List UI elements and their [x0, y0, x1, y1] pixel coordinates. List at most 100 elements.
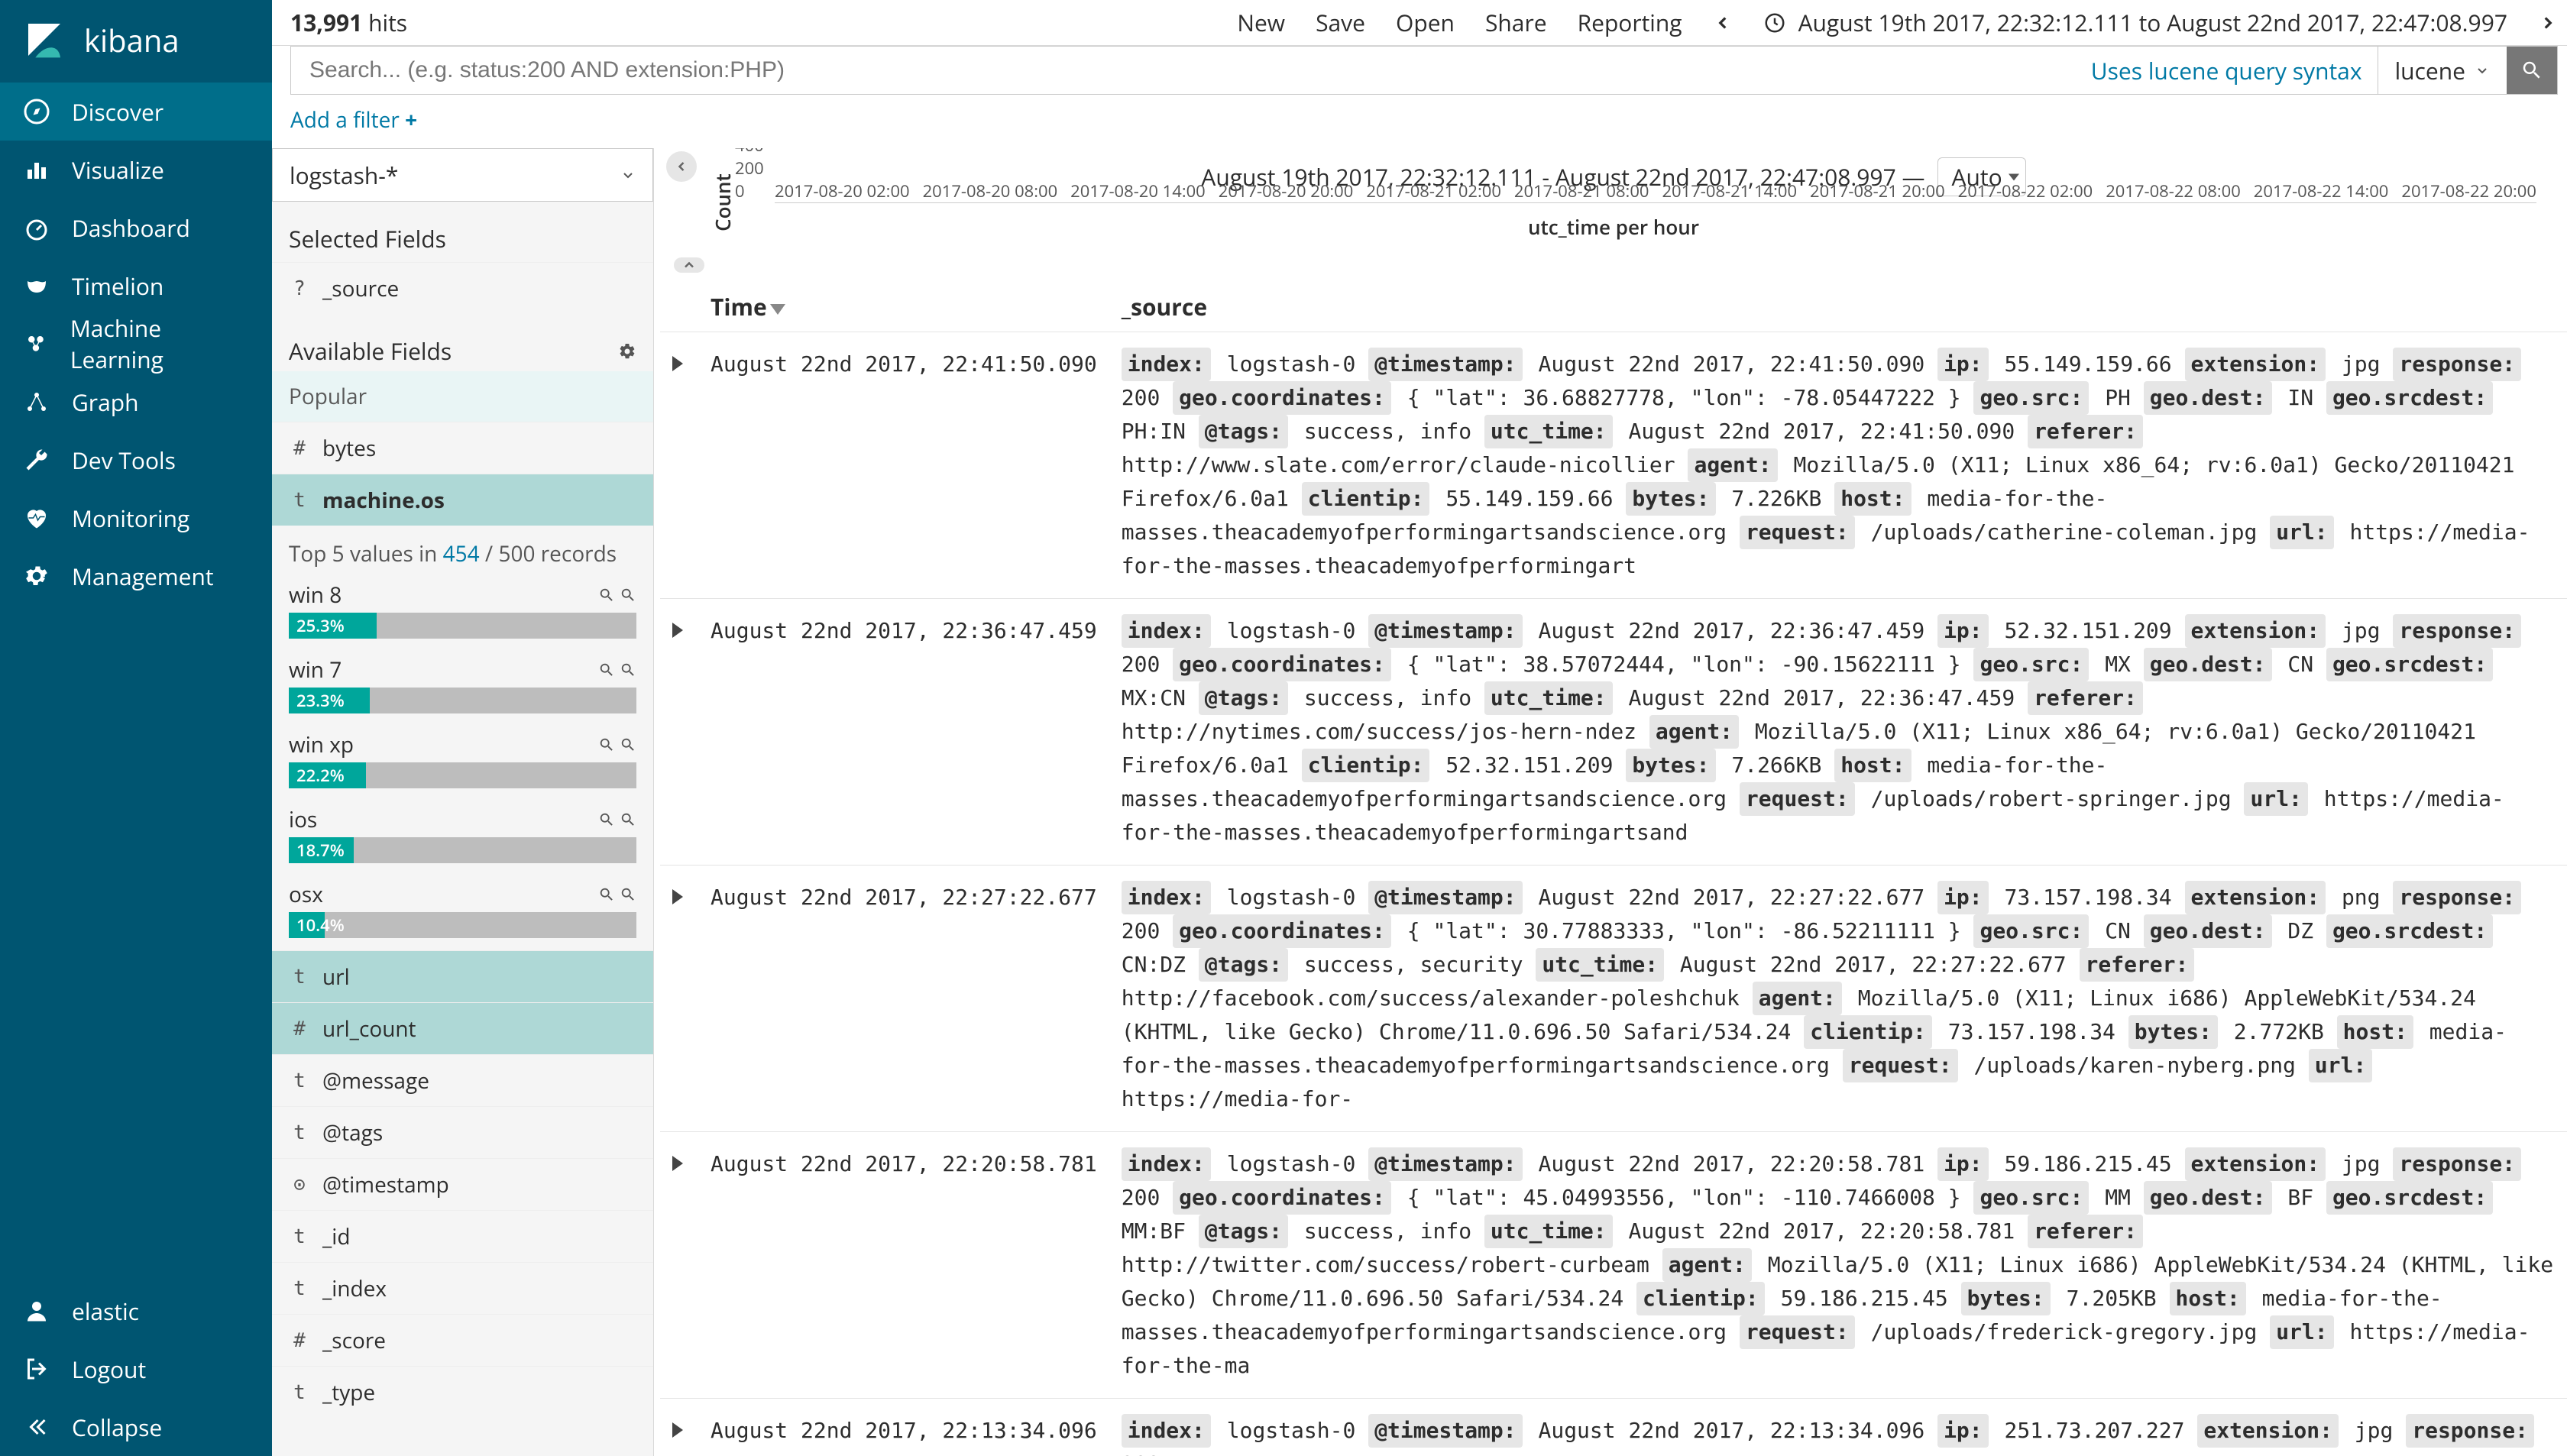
nav-item-graph[interactable]: Graph — [0, 373, 272, 431]
query-language-select[interactable]: lucene — [2378, 47, 2507, 94]
table-row: August 22nd 2017, 22:41:50.090index: log… — [660, 332, 2567, 599]
field-type-icon: t — [289, 1121, 310, 1144]
nav-item-collapse[interactable]: Collapse — [0, 1398, 272, 1456]
brand-name: kibana — [84, 19, 180, 61]
nav-item-logout[interactable]: Logout — [0, 1340, 272, 1398]
doc-table: Time _source August 22nd 2017, 22:41:50.… — [660, 282, 2567, 1456]
query-syntax-link[interactable]: Uses lucene query syntax — [2076, 47, 2378, 94]
available-fields-header: Available Fields — [289, 335, 452, 367]
top-actions: New Save Open Share Reporting August 19th 201… — [1237, 7, 2558, 38]
filter-bar: Add a filter + — [272, 95, 2567, 148]
brand[interactable]: kibana — [0, 0, 272, 83]
expand-row-button[interactable] — [672, 1156, 683, 1171]
save-button[interactable]: Save — [1316, 7, 1365, 38]
compass-icon — [23, 98, 50, 125]
open-button[interactable]: Open — [1396, 7, 1455, 38]
zoom-out-icon[interactable] — [620, 662, 636, 678]
search-button[interactable] — [2507, 47, 2557, 94]
search-input[interactable] — [291, 47, 2076, 94]
chevron-down-icon — [2475, 63, 2490, 78]
col-source[interactable]: _source — [1109, 282, 2567, 332]
field-_source[interactable]: ?_source — [272, 262, 653, 314]
reporting-button[interactable]: Reporting — [1578, 7, 1682, 38]
field-type-icon: t — [289, 489, 310, 512]
nav-item-timelion[interactable]: Timelion — [0, 257, 272, 315]
zoom-in-icon[interactable] — [598, 587, 615, 603]
collapse-fields-button[interactable] — [666, 151, 697, 182]
zoom-out-icon[interactable] — [620, 886, 636, 903]
nav-item-monitoring[interactable]: Monitoring — [0, 489, 272, 547]
nav-item-dev-tools[interactable]: Dev Tools — [0, 431, 272, 489]
ml-icon — [23, 330, 49, 358]
collapse-icon — [23, 1413, 50, 1441]
nav-item-machine-learning[interactable]: Machine Learning — [0, 315, 272, 373]
field-_id[interactable]: t_id — [272, 1210, 653, 1262]
clock-icon — [1763, 11, 1786, 34]
zoom-in-icon[interactable] — [598, 736, 615, 753]
nav-item-dashboard[interactable]: Dashboard — [0, 199, 272, 257]
zoom-in-icon[interactable] — [598, 886, 615, 903]
nav: DiscoverVisualizeDashboardTimelionMachin… — [0, 83, 272, 1282]
logout-icon — [23, 1355, 50, 1383]
zoom-out-icon[interactable] — [620, 736, 636, 753]
field-type-icon: t — [289, 1069, 310, 1092]
field-type-icon: t — [289, 1277, 310, 1300]
heart-icon — [23, 504, 50, 532]
nav-item-visualize[interactable]: Visualize — [0, 141, 272, 199]
zoom-out-icon[interactable] — [620, 811, 636, 828]
selected-fields-header: Selected Fields — [272, 202, 653, 262]
doc-source: index: logstash-0 @timestamp: August 22n… — [1109, 866, 2567, 1132]
field-type-icon: t — [289, 966, 310, 988]
field-tags[interactable]: t@tags — [272, 1106, 653, 1158]
field-type-icon: ? — [289, 277, 310, 300]
expand-row-button[interactable] — [672, 356, 683, 371]
zoom-out-icon[interactable] — [620, 587, 636, 603]
time-picker[interactable]: August 19th 2017, 22:32:12.111 to August… — [1763, 7, 2507, 38]
expand-row-button[interactable] — [672, 1422, 683, 1438]
content: logstash-* Selected Fields ?_source Avai… — [272, 148, 2567, 1456]
topbar: 13,991 hits NewSaveOpenShareReportingAug… — [272, 0, 2567, 46]
field-_score[interactable]: #_score — [272, 1314, 653, 1366]
table-row: August 22nd 2017, 22:36:47.459index: log… — [660, 599, 2567, 866]
doc-time: August 22nd 2017, 22:41:50.090 — [698, 332, 1109, 599]
field-url_count[interactable]: #url_count — [272, 1002, 653, 1054]
pct-row-win-7: win 723.3% — [272, 651, 653, 726]
field-type-icon: t — [289, 1381, 310, 1404]
field-_type[interactable]: t_type — [272, 1366, 653, 1418]
share-button[interactable]: Share — [1485, 7, 1547, 38]
pct-row-win-xp: win xp22.2% — [272, 726, 653, 801]
field-timestamp[interactable]: ⊙@timestamp — [272, 1158, 653, 1210]
field-type-icon: # — [289, 1018, 310, 1040]
zoom-in-icon[interactable] — [598, 811, 615, 828]
doc-source: index: logstash-0 @timestamp: August 22n… — [1109, 1132, 2567, 1399]
doc-time: August 22nd 2017, 22:20:58.781 — [698, 1132, 1109, 1399]
nav-item-elastic[interactable]: elastic — [0, 1282, 272, 1340]
doc-time: August 22nd 2017, 22:36:47.459 — [698, 599, 1109, 866]
nav-item-discover[interactable]: Discover — [0, 83, 272, 141]
field-settings-button[interactable] — [618, 342, 636, 361]
expand-row-button[interactable] — [672, 623, 683, 638]
histogram-ylabel: Count — [709, 173, 736, 231]
add-filter-button[interactable]: Add a filter + — [290, 105, 417, 134]
fields-panel: logstash-* Selected Fields ?_source Avai… — [272, 148, 654, 1456]
field-url[interactable]: turl — [272, 950, 653, 1002]
nav-item-management[interactable]: Management — [0, 547, 272, 605]
field-message[interactable]: t@message — [272, 1054, 653, 1106]
field-bytes[interactable]: #bytes — [272, 422, 653, 474]
new-button[interactable]: New — [1237, 7, 1285, 38]
main: 13,991 hits NewSaveOpenShareReportingAug… — [272, 0, 2567, 1456]
time-next-button[interactable] — [2538, 13, 2558, 33]
field-_index[interactable]: t_index — [272, 1262, 653, 1314]
index-pattern-select[interactable]: logstash-* — [272, 148, 653, 202]
field-type-icon: # — [289, 1329, 310, 1352]
pct-bar: 10.4% — [289, 912, 636, 938]
doc-source: index: logstash-0 @timestamp: August 22n… — [1109, 599, 2567, 866]
scroll-top-button[interactable] — [674, 257, 704, 273]
pct-row-osx: osx10.4% — [272, 875, 653, 950]
pct-bar: 23.3% — [289, 688, 636, 713]
zoom-in-icon[interactable] — [598, 662, 615, 678]
col-time[interactable]: Time — [698, 282, 1109, 332]
time-prev-button[interactable] — [1713, 13, 1733, 33]
field-machineos[interactable]: tmachine.os — [272, 474, 653, 526]
expand-row-button[interactable] — [672, 889, 683, 904]
